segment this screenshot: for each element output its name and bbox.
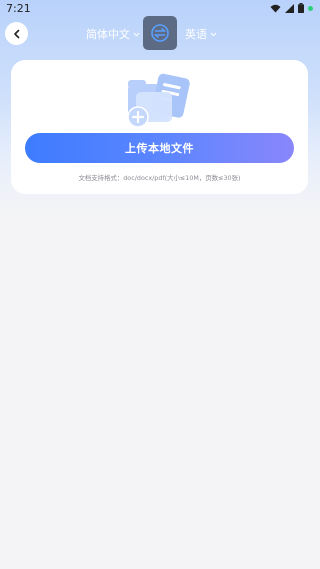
target-language-label: 英语 — [185, 28, 207, 41]
swap-languages-icon — [151, 24, 169, 42]
battery-icon — [298, 3, 304, 13]
upload-card: 上传本地文件 文档支持格式：doc/docx/pdf(大小≤10M，页数≤30张… — [11, 60, 308, 194]
source-language-label: 简体中文 — [86, 28, 130, 41]
back-button[interactable] — [5, 22, 28, 45]
swap-languages-button[interactable] — [143, 16, 177, 50]
back-icon — [13, 29, 19, 38]
translate-header: 简体中文 英语 — [0, 16, 320, 52]
wifi-icon — [270, 4, 281, 12]
supported-formats-hint: 文档支持格式：doc/docx/pdf(大小≤10M，页数≤30张) — [78, 174, 241, 182]
source-language-select[interactable]: 简体中文 — [86, 26, 140, 42]
target-language-select[interactable]: 英语 — [185, 26, 217, 42]
signal-icon — [285, 3, 294, 13]
document-add-icon — [127, 73, 190, 128]
status-icons — [270, 3, 313, 13]
status-time: 7:21 — [6, 1, 31, 15]
notification-dot — [308, 5, 313, 11]
chevron-down-icon — [210, 32, 217, 37]
chevron-down-icon — [133, 32, 140, 37]
status-bar: 7:21 — [0, 0, 320, 16]
upload-local-file-button[interactable]: 上传本地文件 — [25, 133, 294, 163]
